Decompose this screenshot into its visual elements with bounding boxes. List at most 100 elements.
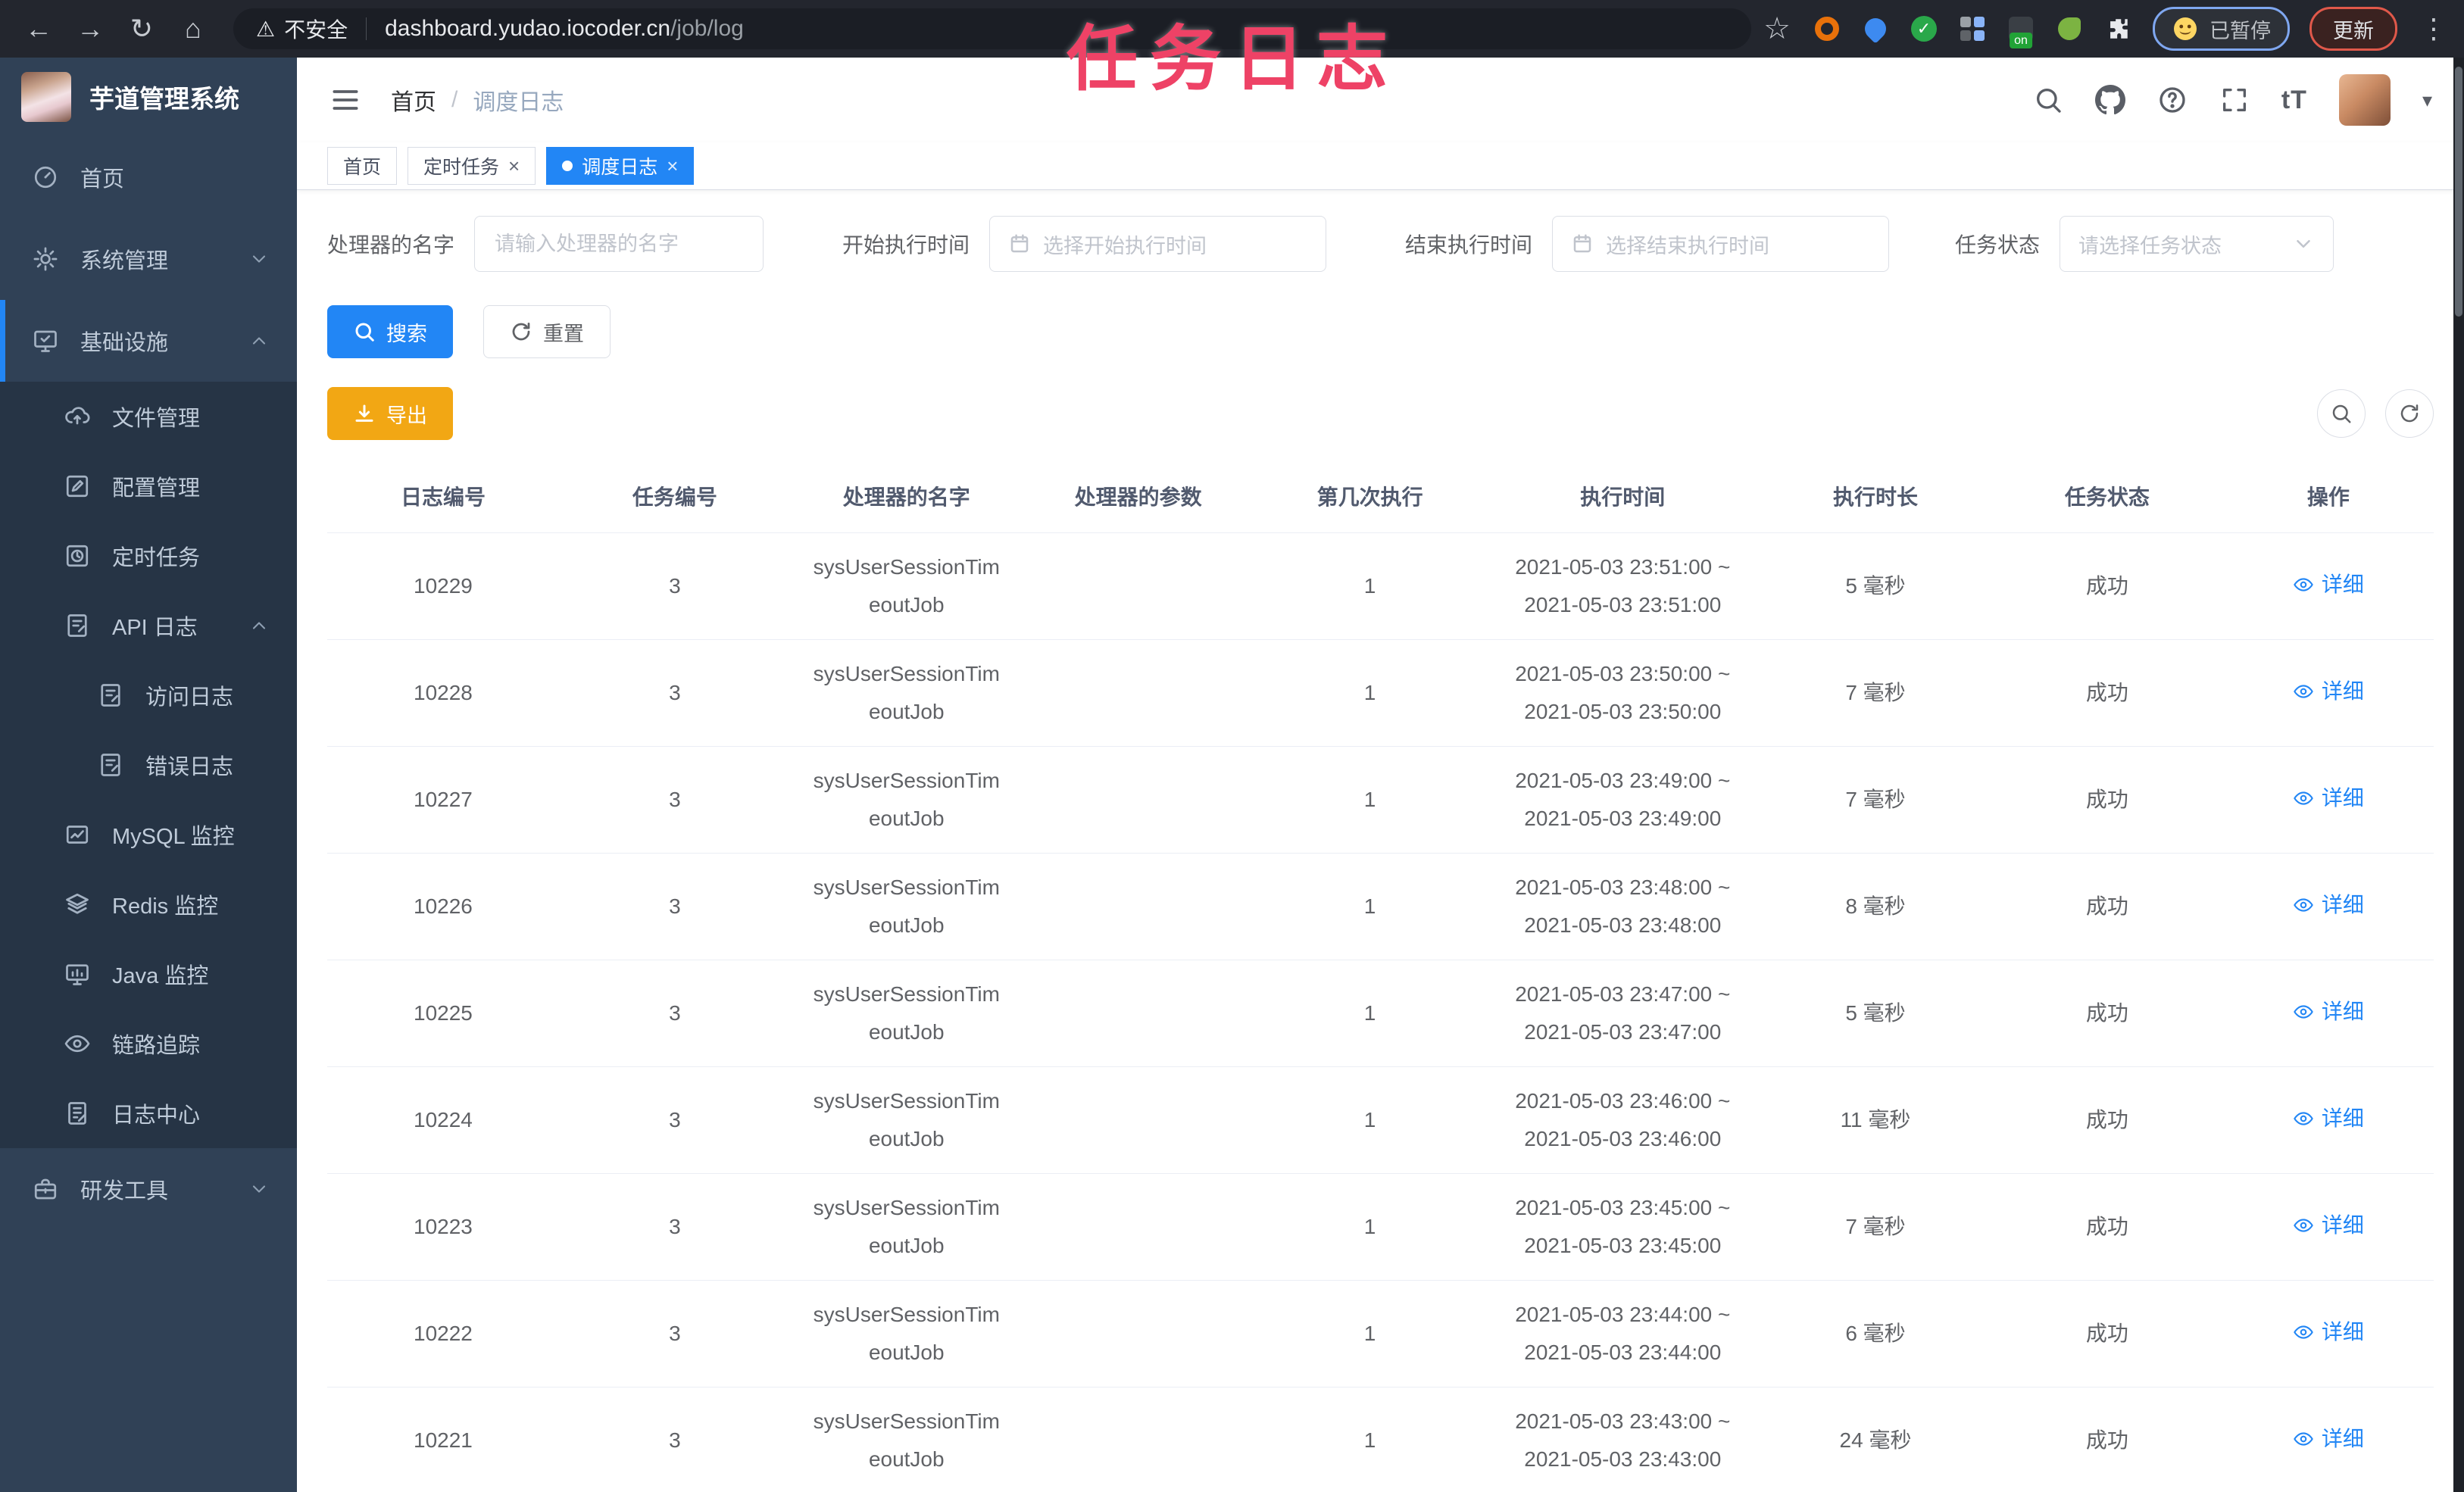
home-icon[interactable]: ⌂: [171, 7, 215, 51]
breadcrumb-home[interactable]: 首页: [391, 83, 436, 117]
eye-icon: [2294, 1004, 2313, 1019]
hamburger-icon[interactable]: [329, 83, 362, 117]
eye-icon: [2294, 577, 2313, 591]
handler-name-input[interactable]: [493, 231, 745, 257]
fullscreen-icon[interactable]: [2219, 85, 2250, 115]
cell-execute-time: 2021-05-03 23:47:00 ~2021-05-03 23:47:00: [1485, 960, 1760, 1067]
column-header: 第几次执行: [1254, 460, 1486, 533]
table-row: 10225 3 sysUserSessionTim eoutJob 1 2021-…: [327, 960, 2434, 1067]
cell-handler-name: sysUserSessionTim eoutJob: [790, 853, 1023, 960]
detail-link[interactable]: 详细: [2293, 673, 2364, 710]
location-extension-icon[interactable]: [1860, 14, 1891, 44]
sidebar-item-14[interactable]: 研发工具: [0, 1148, 297, 1230]
toolbox-icon: [32, 1175, 59, 1203]
url-divider: [366, 17, 367, 40]
warning-icon: ⚠: [256, 17, 276, 41]
sidebar-item-10[interactable]: Redis 监控: [0, 869, 297, 939]
cell-log-id: 10223: [327, 1173, 559, 1281]
sidebar-item-label: API 日志: [112, 616, 198, 640]
sidebar-item-4[interactable]: 配置管理: [0, 451, 297, 521]
check-extension-icon[interactable]: ✓: [1909, 14, 1939, 44]
help-icon[interactable]: [2157, 85, 2188, 115]
cell-actions: 详细: [2222, 639, 2434, 747]
sidebar-item-0[interactable]: 首页: [0, 136, 297, 218]
sidebar-item-5[interactable]: 定时任务: [0, 521, 297, 591]
detail-link[interactable]: 详细: [2293, 780, 2364, 816]
caret-down-icon[interactable]: ▾: [2422, 89, 2432, 112]
cell-actions: 详细: [2222, 532, 2434, 640]
sidebar-item-8[interactable]: 错误日志: [0, 730, 297, 800]
tab-1[interactable]: 定时任务 ×: [408, 147, 536, 185]
eye-icon: [2294, 1431, 2313, 1446]
sidebar-item-6[interactable]: API 日志: [0, 591, 297, 660]
begin-time-picker[interactable]: 选择开始执行时间: [989, 216, 1327, 272]
refresh-table-button[interactable]: [2385, 389, 2434, 438]
refresh-icon: [2400, 404, 2419, 423]
app-logo[interactable]: 芋道管理系统: [0, 58, 297, 136]
detail-link[interactable]: 详细: [2293, 1421, 2364, 1457]
tab-2[interactable]: 调度日志 ×: [546, 147, 695, 185]
browser-menu-icon[interactable]: ⋮: [2420, 13, 2447, 45]
avatar[interactable]: [2338, 74, 2391, 126]
eye-icon: [64, 1030, 91, 1057]
scrollbar-thumb[interactable]: [2455, 67, 2462, 317]
search-icon[interactable]: [2033, 85, 2063, 115]
sidebar-item-3[interactable]: 文件管理: [0, 382, 297, 451]
breadcrumb: 首页 / 调度日志: [391, 83, 564, 117]
close-icon[interactable]: ×: [667, 156, 678, 176]
forward-icon[interactable]: →: [68, 7, 112, 51]
sidebar-item-12[interactable]: 链路追踪: [0, 1009, 297, 1078]
sidebar-item-2[interactable]: 基础设施: [0, 300, 297, 382]
leaf-extension-icon[interactable]: [2054, 14, 2085, 44]
sidebar-item-1[interactable]: 系统管理: [0, 218, 297, 300]
detail-link[interactable]: 详细: [2293, 1100, 2364, 1137]
sidebar-item-9[interactable]: MySQL 监控: [0, 800, 297, 869]
cell-actions: 详细: [2222, 746, 2434, 854]
proxy-extension-icon[interactable]: on: [2006, 14, 2036, 48]
cell-execute-time: 2021-05-03 23:43:00 ~2021-05-03 23:43:00: [1485, 1387, 1760, 1492]
job-status-select[interactable]: 请选择任务状态: [2060, 216, 2334, 272]
timer-icon: [64, 542, 91, 570]
eye-icon: [2294, 1325, 2313, 1339]
cell-job-id: 3: [558, 853, 791, 960]
end-time-picker[interactable]: 选择结束执行时间: [1552, 216, 1890, 272]
cell-duration: 5 毫秒: [1760, 532, 1991, 640]
security-indicator[interactable]: ⚠ 不安全: [256, 14, 348, 44]
paused-badge[interactable]: 已暂停: [2153, 7, 2290, 51]
page-scrollbar[interactable]: [2453, 58, 2464, 1492]
search-button[interactable]: 搜索: [327, 305, 453, 358]
cell-actions: 详细: [2222, 853, 2434, 960]
tab-0[interactable]: 首页: [327, 147, 398, 185]
eye-icon: [2294, 684, 2313, 698]
sidebar-item-7[interactable]: 访问日志: [0, 660, 297, 730]
ring-extension-icon[interactable]: [1812, 14, 1842, 44]
grid-extension-icon[interactable]: [1957, 14, 1988, 44]
tags-view: 首页 定时任务 × 调度日志 ×: [297, 142, 2464, 190]
column-header: 任务编号: [558, 460, 791, 533]
url-bar[interactable]: ⚠ 不安全 dashboard.yudao.iocoder.cn /job/lo…: [233, 8, 1751, 49]
detail-link[interactable]: 详细: [2293, 887, 2364, 923]
close-icon[interactable]: ×: [508, 156, 520, 176]
show-search-button[interactable]: [2317, 389, 2366, 438]
sidebar-item-13[interactable]: 日志中心: [0, 1078, 297, 1148]
font-size-icon[interactable]: tT: [2281, 86, 2307, 115]
star-icon[interactable]: ☆: [1762, 12, 1792, 45]
breadcrumb-separator: /: [451, 87, 458, 112]
cell-execute-index: 1: [1254, 746, 1486, 854]
filter-job-status: 任务状态 请选择任务状态: [1955, 216, 2334, 272]
url-path: /job/log: [670, 16, 744, 41]
github-icon[interactable]: [2094, 85, 2125, 115]
export-button[interactable]: 导出: [327, 387, 453, 440]
detail-link[interactable]: 详细: [2293, 1207, 2364, 1244]
cell-duration: 7 毫秒: [1760, 746, 1991, 854]
update-button[interactable]: 更新: [2309, 7, 2397, 51]
detail-link[interactable]: 详细: [2293, 567, 2364, 603]
sidebar-item-11[interactable]: Java 监控: [0, 939, 297, 1009]
detail-link[interactable]: 详细: [2293, 1314, 2364, 1350]
reload-icon[interactable]: ↻: [120, 7, 164, 51]
detail-link[interactable]: 详细: [2293, 994, 2364, 1030]
back-icon[interactable]: ←: [17, 7, 61, 51]
reset-button[interactable]: 重置: [483, 305, 611, 358]
cell-actions: 详细: [2222, 1280, 2434, 1387]
puzzle-extension-icon[interactable]: [2103, 14, 2133, 44]
